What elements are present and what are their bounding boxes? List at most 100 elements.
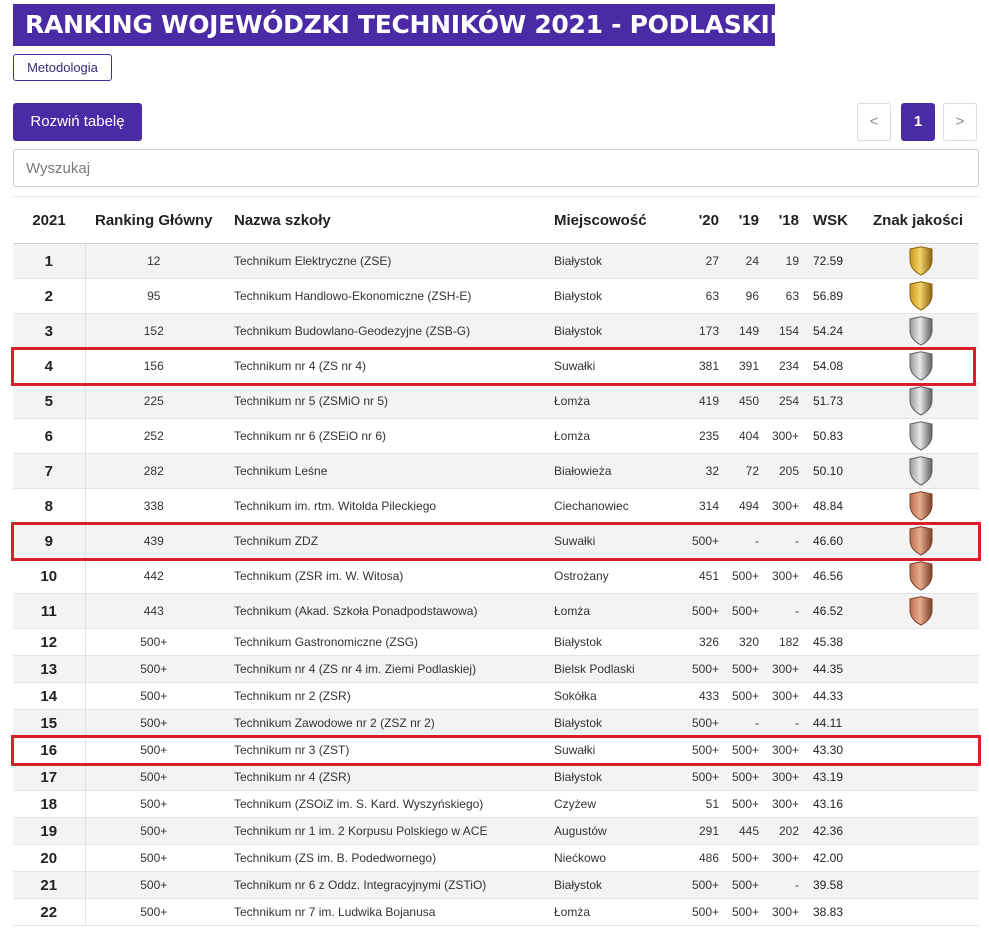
silver-shield-icon <box>908 456 934 486</box>
cell-rank-2018: 202 <box>761 817 801 845</box>
table-row[interactable]: 21 500+ Technikum nr 6 z Oddz. Integracyjn… <box>13 871 979 899</box>
cell-rank-2020: 500+ <box>677 763 721 791</box>
pager-next-button[interactable]: > <box>943 103 977 141</box>
cell-quality-mark <box>863 655 979 683</box>
table-row[interactable]: 9 439 Technikum ZDZ Suwałki 500+ - -46.60 <box>13 523 979 559</box>
cell-wsk: 46.56 <box>801 558 863 594</box>
cell-city: Białystok <box>542 709 677 737</box>
table-row[interactable]: 22 500+ Technikum nr 7 im. Ludwika Bojanus… <box>13 898 979 926</box>
cell-main-ranking: 500+ <box>85 736 222 764</box>
cell-school-name: Technikum nr 6 (ZSEiO nr 6) <box>222 418 542 454</box>
cell-wsk: 46.52 <box>801 593 863 629</box>
cell-quality-mark <box>863 383 979 419</box>
cell-city: Białystok <box>542 278 677 314</box>
column-header-quality-mark[interactable]: Znak jakości <box>863 197 979 244</box>
table-row[interactable]: 7 282 Technikum Leśne Białowieża 32 72 205 50.1… <box>13 453 979 489</box>
column-header-city[interactable]: Miejscowość <box>542 197 677 244</box>
cell-rank-2018: 300+ <box>761 655 801 683</box>
gold-shield-icon <box>908 246 934 276</box>
cell-rank-2019: 500+ <box>721 593 761 629</box>
table-row[interactable]: 5 225 Technikum nr 5 (ZSMiO nr 5) Łomża 419 4… <box>13 383 979 419</box>
cell-rank-2019: 500+ <box>721 736 761 764</box>
table-row[interactable]: 14 500+ Technikum nr 2 (ZSR) Sokółka 433 500+… <box>13 682 979 710</box>
expand-table-button[interactable]: Rozwiń tabelę <box>13 103 142 141</box>
search-input[interactable] <box>13 149 979 187</box>
bronze-shield-icon <box>908 526 934 556</box>
cell-rank-2019: 500+ <box>721 790 761 818</box>
cell-rank-2019: 96 <box>721 278 761 314</box>
cell-main-ranking: 500+ <box>85 817 222 845</box>
cell-quality-mark <box>863 709 979 737</box>
cell-school-name: Technikum (ZSOiZ im. S. Kard. Wyszyńskie… <box>222 790 542 818</box>
table-row[interactable]: 8 338 Technikum im. rtm. Witolda Pileckieg… <box>13 488 979 524</box>
cell-city: Suwałki <box>542 348 677 384</box>
cell-rank-2021: 8 <box>13 488 86 524</box>
table-row[interactable]: 6 252 Technikum nr 6 (ZSEiO nr 6) Łomża 235 4… <box>13 418 979 454</box>
column-header-2018[interactable]: '18 <box>761 197 801 244</box>
table-row[interactable]: 20 500+ Technikum (ZS im. B. Podedwornego)… <box>13 844 979 872</box>
cell-quality-mark <box>863 790 979 818</box>
cell-quality-mark <box>863 488 979 524</box>
cell-rank-2021: 9 <box>13 523 86 559</box>
cell-rank-2020: 500+ <box>677 898 721 926</box>
cell-rank-2018: 300+ <box>761 844 801 872</box>
methodology-button[interactable]: Metodologia <box>13 54 112 81</box>
silver-shield-icon <box>908 386 934 416</box>
cell-school-name: Technikum Leśne <box>222 453 542 489</box>
table-row[interactable]: 4 156 Technikum nr 4 (ZS nr 4) Suwałki 381 39… <box>13 348 979 384</box>
cell-wsk: 42.00 <box>801 844 863 872</box>
column-header-rank[interactable]: 2021 <box>13 197 85 244</box>
cell-rank-2021: 12 <box>13 628 86 656</box>
column-header-school-name[interactable]: Nazwa szkoły <box>222 197 542 244</box>
cell-rank-2021: 13 <box>13 655 86 683</box>
cell-city: Suwałki <box>542 523 677 559</box>
cell-city: Suwałki <box>542 736 677 764</box>
column-header-2019[interactable]: '19 <box>721 197 761 244</box>
table-row[interactable]: 1 12 Technikum Elektryczne (ZSE) Białystok 2… <box>13 243 979 279</box>
cell-rank-2021: 19 <box>13 817 86 845</box>
table-row[interactable]: 18 500+ Technikum (ZSOiZ im. S. Kard. Wysz… <box>13 790 979 818</box>
cell-quality-mark <box>863 628 979 656</box>
column-header-wsk[interactable]: WSK <box>801 197 863 244</box>
cell-main-ranking: 500+ <box>85 628 222 656</box>
table-row[interactable]: 2 95 Technikum Handlowo-Ekonomiczne (ZSH-E… <box>13 278 979 314</box>
cell-main-ranking: 282 <box>85 453 222 489</box>
cell-quality-mark <box>863 898 979 926</box>
cell-rank-2021: 10 <box>13 558 86 594</box>
table-row[interactable]: 17 500+ Technikum nr 4 (ZSR) Białystok 500+ 5… <box>13 763 979 791</box>
cell-school-name: Technikum Handlowo-Ekonomiczne (ZSH-E) <box>222 278 542 314</box>
cell-rank-2018: 63 <box>761 278 801 314</box>
cell-rank-2020: 451 <box>677 558 721 594</box>
table-row[interactable]: 12 500+ Technikum Gastronomiczne (ZSG) Biał… <box>13 628 979 656</box>
table-row[interactable]: 19 500+ Technikum nr 1 im. 2 Korpusu Polsk… <box>13 817 979 845</box>
cell-school-name: Technikum Budowlano-Geodezyjne (ZSB-G) <box>222 313 542 349</box>
cell-rank-2020: 51 <box>677 790 721 818</box>
cell-wsk: 44.35 <box>801 655 863 683</box>
cell-rank-2018: 300+ <box>761 898 801 926</box>
bronze-shield-icon <box>908 491 934 521</box>
column-header-2020[interactable]: '20 <box>677 197 721 244</box>
cell-city: Augustów <box>542 817 677 845</box>
cell-main-ranking: 500+ <box>85 709 222 737</box>
table-row[interactable]: 16 500+ Technikum nr 3 (ZST) Suwałki 500+ 500… <box>13 736 979 764</box>
cell-rank-2019: 404 <box>721 418 761 454</box>
pager-page-button[interactable]: 1 <box>901 103 935 141</box>
cell-school-name: Technikum nr 7 im. Ludwika Bojanusa <box>222 898 542 926</box>
cell-rank-2020: 486 <box>677 844 721 872</box>
cell-rank-2018: 300+ <box>761 790 801 818</box>
cell-rank-2019: 149 <box>721 313 761 349</box>
cell-wsk: 39.58 <box>801 871 863 899</box>
column-header-main-ranking[interactable]: Ranking Główny <box>85 197 222 244</box>
cell-wsk: 46.60 <box>801 523 863 559</box>
table-row[interactable]: 11 443 Technikum (Akad. Szkoła Ponadpodsta… <box>13 593 979 629</box>
table-row[interactable]: 13 500+ Technikum nr 4 (ZS nr 4 im. Ziemi … <box>13 655 979 683</box>
cell-quality-mark <box>863 593 979 629</box>
table-row[interactable]: 3 152 Technikum Budowlano-Geodezyjne (ZSB-… <box>13 313 979 349</box>
cell-main-ranking: 95 <box>85 278 222 314</box>
cell-rank-2021: 3 <box>13 313 86 349</box>
cell-quality-mark <box>863 736 979 764</box>
cell-school-name: Technikum (ZSR im. W. Witosa) <box>222 558 542 594</box>
pager-prev-button[interactable]: < <box>857 103 891 141</box>
table-row[interactable]: 10 442 Technikum (ZSR im. W. Witosa) Ostroż… <box>13 558 979 594</box>
table-row[interactable]: 15 500+ Technikum Zawodowe nr 2 (ZSZ nr 2)… <box>13 709 979 737</box>
